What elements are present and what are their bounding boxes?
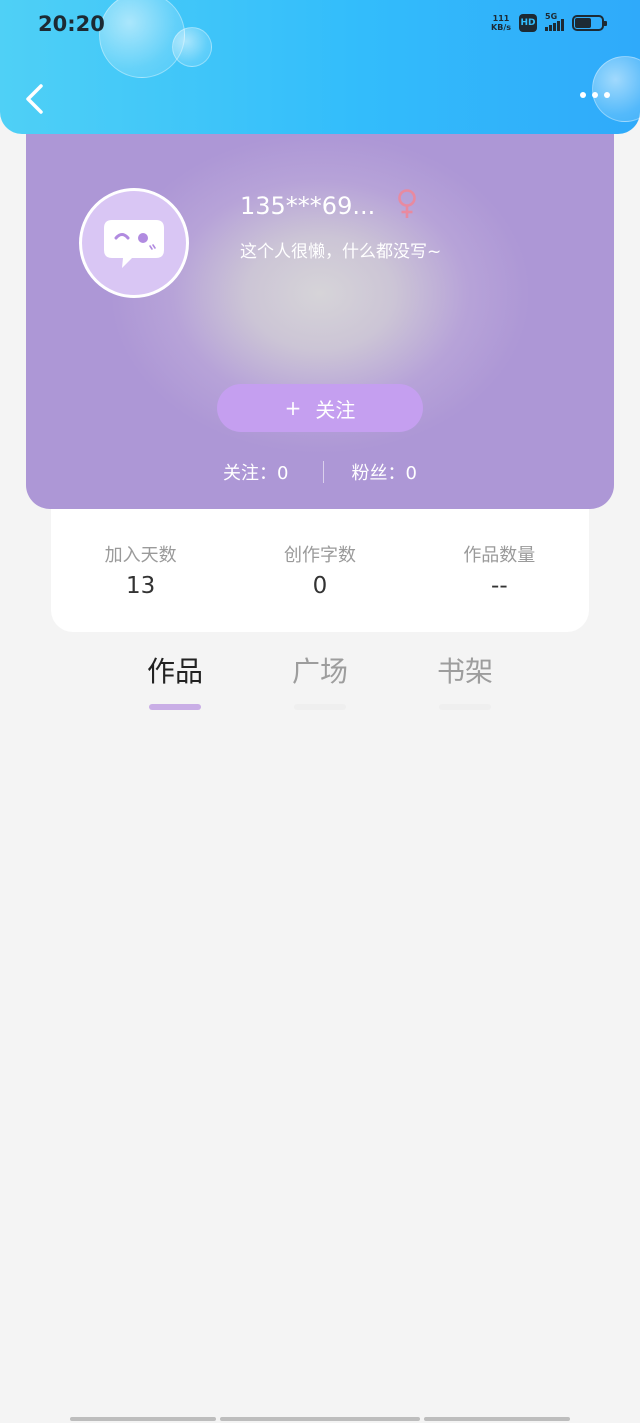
tab-indicator <box>294 704 346 710</box>
chat-face-icon <box>104 220 164 268</box>
hd-icon: HD <box>519 14 537 32</box>
tab-square[interactable]: 广场 <box>280 650 360 710</box>
user-bio: 这个人很懒，什么都没写~ <box>240 242 442 262</box>
follow-label: 关注 <box>315 397 356 422</box>
stat-join-days: 加入天数 13 <box>104 545 177 599</box>
decor-bubble <box>99 0 185 78</box>
stat-word-count: 创作字数 0 <box>283 545 356 599</box>
avatar[interactable] <box>79 188 189 298</box>
profile-card: 135***69... 这个人很懒，什么都没写~ + 关注 关注：0 粉丝：0 <box>26 110 614 509</box>
tab-bar: 作品 广场 书架 <box>0 650 640 710</box>
signal-icon: 5G <box>545 12 564 31</box>
tab-bookshelf[interactable]: 书架 <box>425 650 505 710</box>
decor-bubble <box>592 56 640 122</box>
tab-indicator <box>149 704 201 710</box>
status-icons: 111 KB/s HD 5G <box>491 12 607 32</box>
back-chevron-icon[interactable] <box>22 82 50 116</box>
header-bar: 20:20 111 KB/s HD 5G <box>0 0 640 134</box>
follow-counts: 关注：0 粉丝：0 <box>26 459 614 485</box>
follow-button[interactable]: + 关注 <box>217 384 423 432</box>
plus-icon: + <box>284 396 302 420</box>
net-speed: 111 KB/s <box>491 14 511 32</box>
status-time: 20:20 <box>38 12 105 36</box>
stat-works-count: 作品数量 -- <box>463 545 536 599</box>
divider <box>322 461 324 483</box>
decor-bubble <box>172 27 212 67</box>
female-gender-icon <box>398 189 416 218</box>
home-indicator <box>70 1417 570 1421</box>
username: 135***69... <box>240 192 376 220</box>
followers-count[interactable]: 粉丝：0 <box>352 459 417 485</box>
following-count[interactable]: 关注：0 <box>223 459 288 485</box>
stats-card: 加入天数 13 创作字数 0 作品数量 -- <box>51 505 589 632</box>
more-dots-icon[interactable] <box>580 92 610 98</box>
tab-works[interactable]: 作品 <box>135 650 215 710</box>
battery-icon <box>572 15 607 31</box>
tab-indicator <box>439 704 491 710</box>
